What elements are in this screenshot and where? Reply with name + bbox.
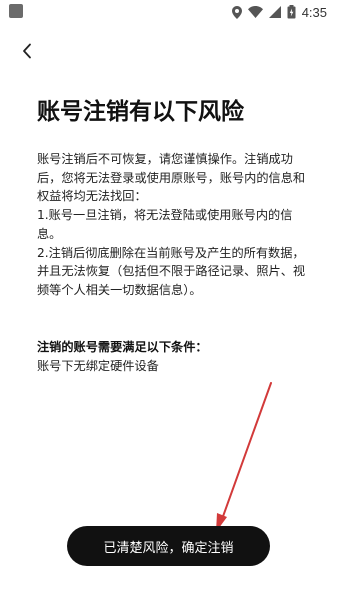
warning-item-2: 2.注销后彻底删除在当前账号及产生的所有数据，并且无法恢复（包括但不限于路径记录… (37, 245, 306, 297)
page-title: 账号注销有以下风险 (37, 99, 244, 125)
risk-warning-text: 账号注销后不可恢复，请您谨慎操作。注销成功后，您将无法登录或使用原账号，账号内的… (37, 150, 307, 300)
battery-icon (287, 5, 296, 19)
back-button[interactable] (14, 38, 40, 64)
condition-item: 账号下无绑定硬件设备 (37, 358, 159, 373)
signal-icon (268, 6, 281, 18)
wifi-icon (247, 6, 263, 18)
status-indicators: 4:35 (231, 3, 327, 21)
location-icon (231, 5, 242, 19)
status-bar: 4:35 (0, 0, 337, 24)
conditions-heading: 注销的账号需要满足以下条件： (37, 340, 208, 354)
chevron-left-icon (23, 43, 31, 59)
status-time: 4:35 (301, 4, 327, 20)
app-notification-icon (9, 4, 23, 18)
warning-item-1: 1.账号一旦注销，将无法登陆或使用账号内的信息。 (37, 208, 293, 241)
annotation-arrow-icon (216, 382, 272, 532)
confirm-cancellation-button[interactable]: 已清楚风险，确定注销 (67, 526, 270, 566)
conditions-section: 注销的账号需要满足以下条件： 账号下无绑定硬件设备 (37, 338, 307, 375)
warning-paragraph: 账号注销后不可恢复，请您谨慎操作。注销成功后，您将无法登录或使用原账号，账号内的… (37, 152, 306, 204)
